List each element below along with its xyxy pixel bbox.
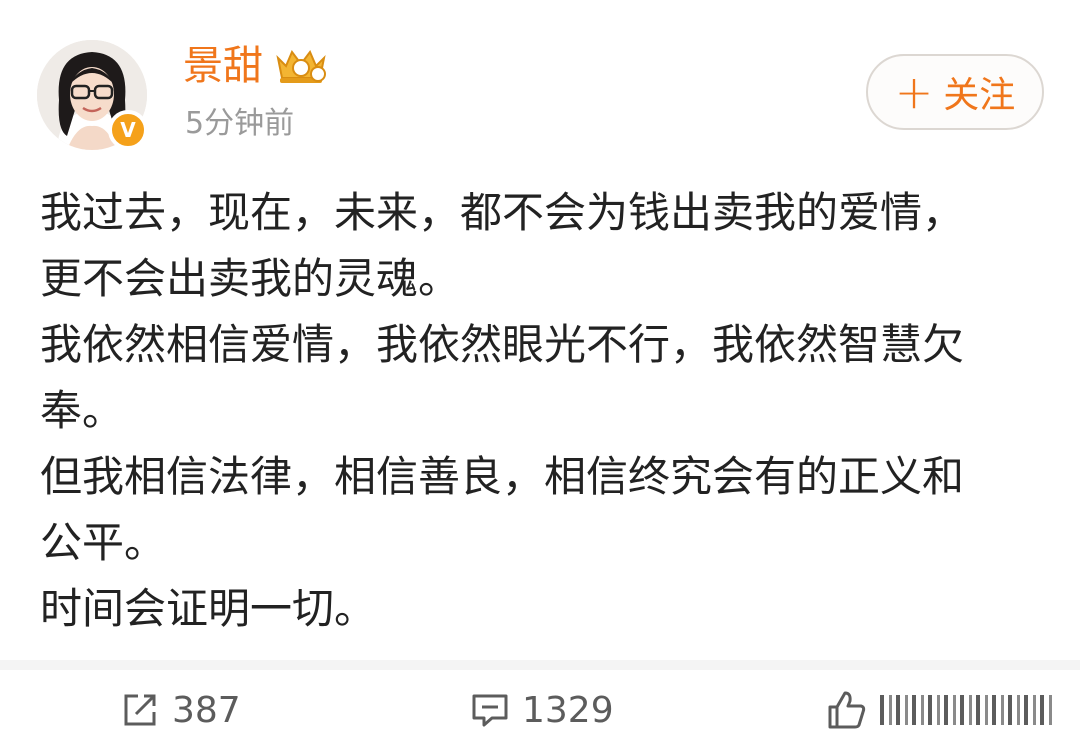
post-line: 奉。	[40, 386, 125, 435]
post-line: 公平。	[40, 518, 167, 567]
like-button[interactable]	[826, 678, 1052, 742]
post-line: 时间会证明一切。	[40, 584, 377, 633]
follow-button-label: 关注	[943, 75, 1016, 116]
verified-badge-icon: V	[108, 110, 148, 150]
like-count	[880, 695, 1052, 725]
post-content: 我过去，现在，未来，都不会为钱出卖我的爱情， 更不会出卖我的灵魂。 我依然相信爱…	[40, 180, 1040, 642]
thumbs-up-icon	[828, 691, 866, 729]
post-timestamp: 5分钟前	[185, 106, 295, 141]
repost-icon	[124, 694, 156, 726]
plus-icon: +	[894, 65, 934, 119]
comment-icon	[472, 694, 508, 727]
action-bar-divider	[0, 660, 1080, 670]
username[interactable]: 景甜	[183, 40, 263, 92]
post-line: 我过去，现在，未来，都不会为钱出卖我的爱情，	[40, 188, 965, 237]
vip-crown-badge-icon[interactable]	[274, 44, 328, 86]
weibo-post-card: V 景甜 5分钟前 + 关注 我过去，现在，未来，都不会为钱出卖我的爱情， 更不…	[0, 0, 1080, 742]
post-line: 但我相信法律，相信善良，相信终究会有的正义和	[40, 452, 965, 501]
post-line: 更不会出卖我的灵魂。	[40, 254, 461, 303]
follow-button[interactable]: + 关注	[866, 54, 1044, 130]
post-line: 我依然相信爱情，我依然眼光不行，我依然智慧欠	[40, 320, 965, 369]
comment-button[interactable]: 1329	[470, 678, 614, 742]
comment-count: 1329	[522, 689, 614, 731]
repost-button[interactable]: 387	[120, 678, 241, 742]
repost-count: 387	[172, 689, 241, 731]
